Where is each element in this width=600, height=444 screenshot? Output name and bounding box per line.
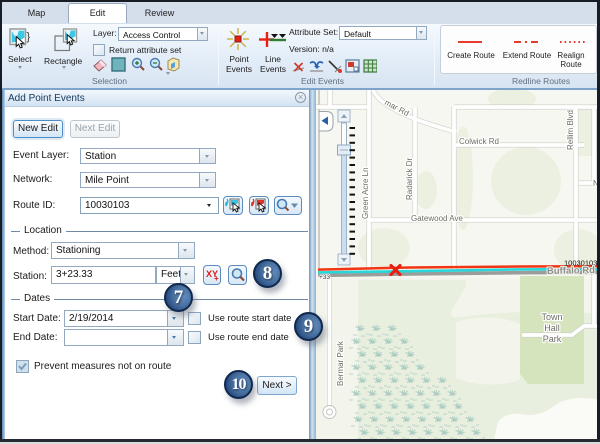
svg-text:Colwick Rd: Colwick Rd — [459, 137, 499, 146]
svg-text:Bermar Park: Bermar Park — [336, 340, 345, 386]
svg-text:Hall: Hall — [544, 323, 560, 333]
svg-text:Buffalo Rd: Buffalo Rd — [547, 265, 595, 277]
svg-text:Town: Town — [541, 312, 562, 322]
svg-text:Radarick Dr: Radarick Dr — [405, 157, 414, 200]
svg-text:Park: Park — [543, 334, 562, 344]
svg-text:+33: +33 — [319, 274, 330, 281]
svg-text:Gatewood Ave: Gatewood Ave — [411, 214, 463, 223]
svg-text:Green Acre Ln: Green Acre Ln — [361, 167, 370, 219]
svg-text:N: N — [593, 179, 597, 188]
svg-text:Rellim Blvd: Rellim Blvd — [566, 110, 575, 150]
svg-text:}: } — [27, 31, 31, 43]
